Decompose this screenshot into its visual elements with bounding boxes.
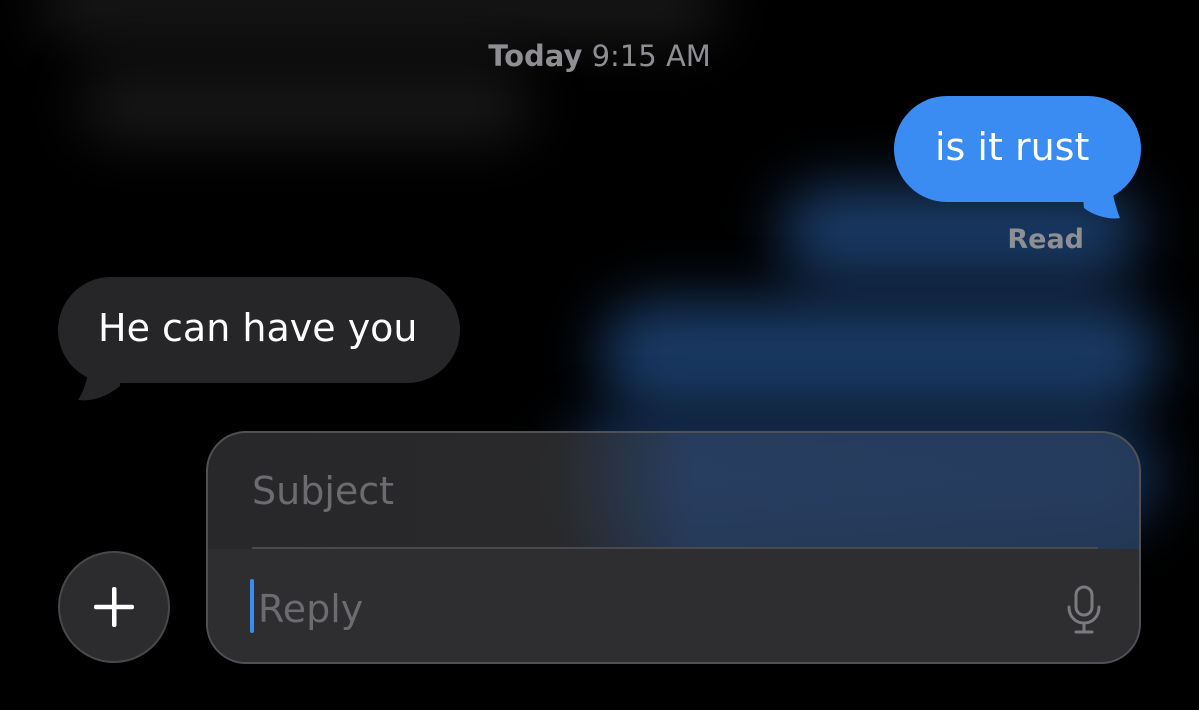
composer-divider [252,547,1098,549]
reply-input[interactable]: Reply [252,579,1012,639]
incoming-message-text: He can have you [98,306,418,350]
messages-screen: Today 9:15 AM is it rust Read He can hav… [0,0,1199,710]
outgoing-message-text: is it rust [935,125,1090,169]
add-attachment-button[interactable] [58,551,170,663]
subject-input[interactable]: Subject [252,461,1052,521]
message-timestamp: Today 9:15 AM [0,36,1199,76]
microphone-icon[interactable] [1066,585,1102,635]
message-composer: Subject Reply [206,431,1141,664]
timestamp-day: Today [488,39,583,73]
read-receipt: Read [1007,224,1084,255]
outgoing-message-bubble[interactable]: is it rust [894,96,1141,202]
plus-icon [94,587,134,627]
incoming-message-bubble[interactable]: He can have you [58,277,460,383]
blurred-message [600,300,1160,410]
reply-placeholder: Reply [258,587,364,631]
timestamp-time: 9:15 AM [591,39,711,73]
blurred-message [40,0,720,40]
blurred-message [80,70,530,140]
text-caret [250,579,254,633]
